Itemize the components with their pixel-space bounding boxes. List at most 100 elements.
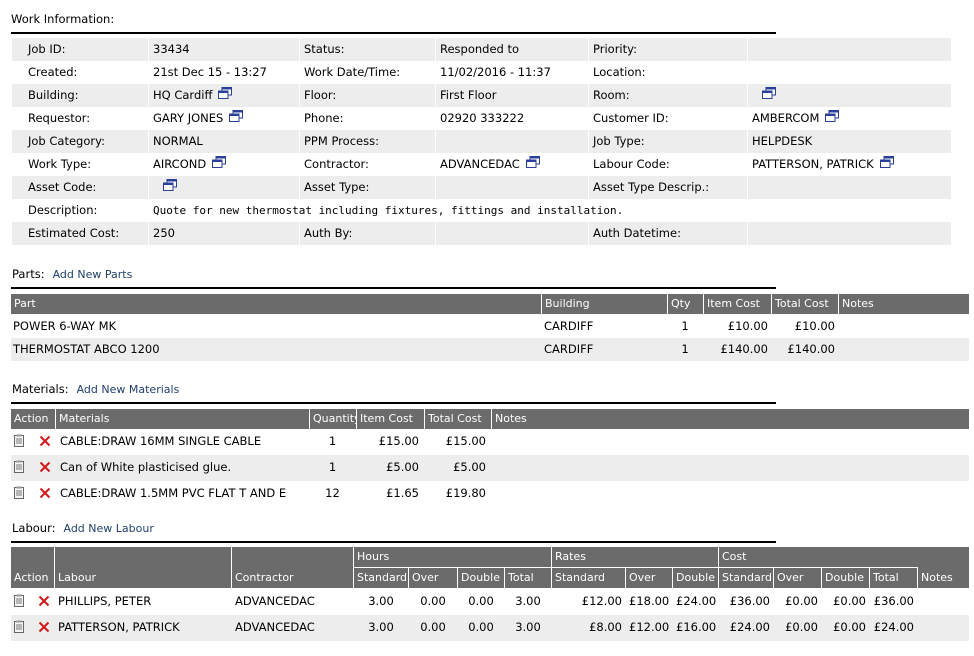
notepad-icon[interactable] <box>13 460 25 476</box>
info-value-text: Responded to <box>440 42 520 56</box>
delete-x-icon[interactable] <box>38 621 50 636</box>
labour-title: Labour: Add New Labour <box>12 521 154 535</box>
info-cell-sep <box>148 107 149 130</box>
header-sep <box>309 409 310 429</box>
group-header-cost: Cost <box>719 547 918 567</box>
delete-x-icon[interactable] <box>39 487 51 502</box>
info-label: Work Date/Time: <box>304 65 401 79</box>
info-cell-sep <box>747 222 748 245</box>
parts-rule <box>11 287 776 289</box>
delete-x-icon[interactable] <box>38 595 50 610</box>
info-cell-sep <box>951 176 952 199</box>
delete-x-icon[interactable] <box>39 461 51 476</box>
header-sep <box>504 568 505 588</box>
item-cost-header: Item Cost <box>357 409 425 429</box>
materials-cell <box>496 430 963 453</box>
labour-cell: ADVANCEDAC <box>235 620 315 634</box>
notepad-icon[interactable] <box>13 620 25 636</box>
info-cell-sep <box>148 176 149 199</box>
add-new-materials-link[interactable]: Add New Materials <box>77 383 180 396</box>
delete-x-icon[interactable] <box>39 435 51 450</box>
info-cell-sep <box>435 38 436 61</box>
info-value: HELPDESK <box>748 130 952 153</box>
info-value-text: PATTERSON, PATRICK <box>752 157 874 171</box>
info-value <box>149 176 300 199</box>
labour-cell: PHILLIPS, PETER <box>58 594 152 608</box>
info-label: Asset Type: <box>304 180 370 194</box>
group-header-rates: Rates <box>552 547 719 567</box>
info-value-text: 11/02/2016 - 11:37 <box>440 65 551 79</box>
materials-cell <box>496 456 963 479</box>
materials-cell: £1.65 <box>386 486 419 500</box>
labour-cell: £8.00 <box>589 620 622 634</box>
info-cell-sep <box>951 84 952 107</box>
info-cell-sep <box>435 176 436 199</box>
cost-standard-header: Standard <box>719 568 774 588</box>
notepad-icon[interactable] <box>13 434 25 450</box>
info-value: First Floor <box>436 84 589 107</box>
info-value: ADVANCEDAC <box>436 153 589 176</box>
info-value: 11/02/2016 - 11:37 <box>436 61 589 84</box>
popup-window-icon[interactable] <box>163 176 177 199</box>
labour-cell: £18.00 <box>629 594 670 608</box>
notes-header: Notes <box>839 294 969 314</box>
info-value <box>748 38 952 61</box>
info-label: Requestor: <box>28 111 91 125</box>
labour-cell: 0.00 <box>420 620 446 634</box>
materials-cell: £5.00 <box>453 460 486 474</box>
header-divider <box>354 567 918 568</box>
building-header: Building <box>542 294 668 314</box>
parts-cell: THERMOSTAT ABCO 1200 <box>13 342 160 356</box>
header-sep <box>667 294 668 314</box>
materials-cell: £15.00 <box>445 434 486 448</box>
info-label: Job Type: <box>593 134 645 148</box>
popup-window-icon[interactable] <box>879 153 894 176</box>
contractor-header: Contractor <box>232 547 354 588</box>
labour-cell: £24.00 <box>676 594 717 608</box>
labour-cell: £36.00 <box>729 594 770 608</box>
info-value <box>436 222 589 245</box>
notepad-icon[interactable] <box>13 594 25 610</box>
materials-cell: £5.00 <box>386 460 419 474</box>
info-cell-sep <box>148 222 149 245</box>
rates-standard-header: Standard <box>552 568 626 588</box>
add-new-labour-link[interactable]: Add New Labour <box>63 522 153 535</box>
header-sep <box>821 568 822 588</box>
info-value-text: ADVANCEDAC <box>440 157 520 171</box>
popup-window-icon[interactable] <box>212 153 227 176</box>
popup-window-icon[interactable] <box>229 107 244 130</box>
header-sep <box>231 547 232 588</box>
header-sep <box>55 409 56 429</box>
labour-cell: PATTERSON, PATRICK <box>58 620 180 634</box>
notes-header: Notes <box>492 409 969 429</box>
cost-double-header: Double <box>822 568 870 588</box>
info-label: Auth By: <box>304 226 353 240</box>
hours-double-header: Double <box>458 568 505 588</box>
info-value: AIRCOND <box>149 153 300 176</box>
popup-window-icon[interactable] <box>218 84 233 107</box>
quantity-header: Quantity <box>310 409 357 429</box>
popup-window-icon[interactable] <box>825 107 840 130</box>
info-label: Labour Code: <box>593 157 670 171</box>
item-cost-header: Item Cost <box>704 294 772 314</box>
labour-header: Labour <box>55 547 232 588</box>
info-cell-sep <box>148 84 149 107</box>
header-sep <box>424 409 425 429</box>
info-value: PATTERSON, PATRICK <box>748 153 952 176</box>
info-value <box>748 222 952 245</box>
info-value-text: 21st Dec 15 - 13:27 <box>153 65 267 79</box>
add-new-parts-link[interactable]: Add New Parts <box>53 268 133 281</box>
parts-cell: 1 <box>681 342 689 356</box>
info-cell-sep <box>747 84 748 107</box>
header-sep <box>703 294 704 314</box>
popup-window-icon[interactable] <box>762 84 776 107</box>
info-cell-sep <box>951 153 952 176</box>
info-value-text: NORMAL <box>153 134 203 148</box>
popup-window-icon[interactable] <box>525 153 540 176</box>
notepad-icon[interactable] <box>13 486 25 502</box>
info-cell-sep <box>148 38 149 61</box>
info-cell-sep <box>435 222 436 245</box>
info-label: Building: <box>28 88 79 102</box>
info-value-text: First Floor <box>440 88 497 102</box>
materials-cell: Can of White plasticised glue. <box>60 460 232 474</box>
